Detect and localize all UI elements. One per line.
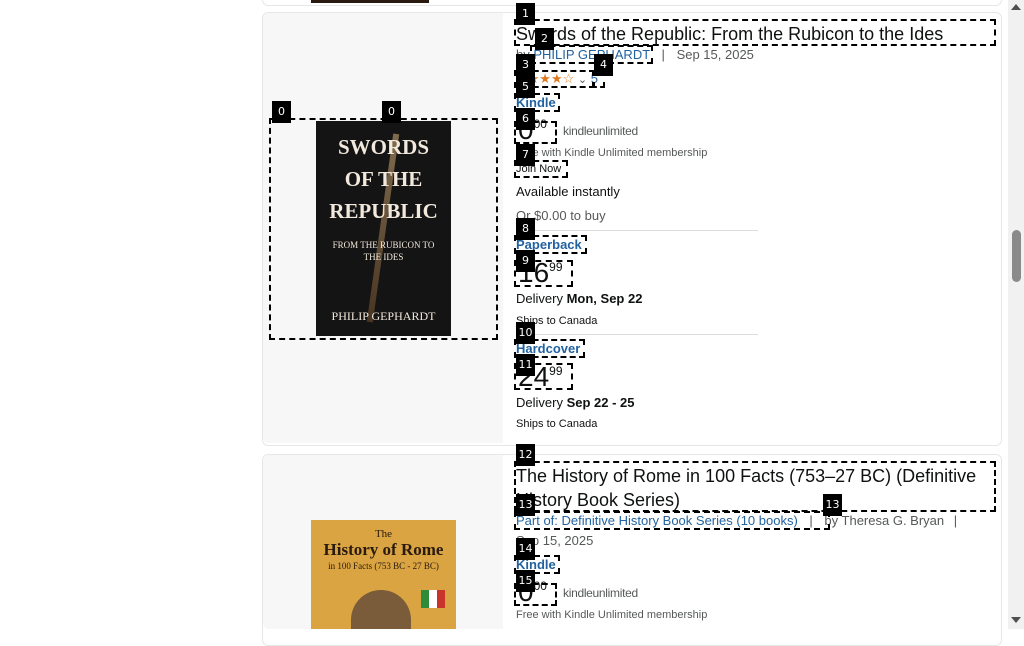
annotation-marker: 3 (516, 54, 535, 76)
publish-date: Sep 15, 2025 (676, 47, 754, 62)
hardcover-delivery: Delivery Sep 22 - 25 (516, 395, 635, 410)
annotation-box (269, 118, 498, 340)
dome-icon (351, 590, 411, 629)
annotation-marker: 15 (516, 570, 535, 592)
annotation-marker: 14 (516, 538, 535, 560)
delivery-label: Delivery (516, 291, 563, 306)
ku-logo-text: kindleunlimited (563, 124, 638, 138)
separator: | (953, 513, 958, 528)
separator: | (661, 47, 665, 62)
annotation-marker: 4 (594, 54, 613, 76)
scroll-down-icon[interactable] (1011, 617, 1021, 623)
scrollbar-track[interactable] (1008, 0, 1024, 629)
format-divider (516, 334, 758, 335)
annotation-marker: 0 (382, 101, 401, 123)
annotation-marker: 13 (823, 494, 842, 516)
book-cover-history-of-rome[interactable]: The History of Rome in 100 Facts (753 BC… (311, 520, 456, 629)
ku-note: Free with Kindle Unlimited membership (516, 609, 708, 621)
scrollbar-thumb[interactable] (1012, 230, 1021, 282)
annotation-marker: 6 (516, 108, 535, 130)
scroll-up-icon[interactable] (1011, 4, 1021, 10)
annotation-box (514, 19, 996, 46)
annotation-marker: 13 (516, 494, 535, 516)
annotation-marker: 2 (535, 28, 554, 50)
kindle-unlimited-logo: kindleunlimited (563, 124, 638, 138)
ku-logo-text: kindleunlimited (563, 586, 638, 600)
annotation-marker: 9 (516, 250, 535, 272)
annotation-marker: 5 (516, 76, 535, 98)
annotation-marker: 12 (516, 444, 535, 466)
cover-title-line: History of Rome (323, 540, 444, 559)
kindle-unlimited-logo: kindleunlimited (563, 586, 638, 600)
ku-note: Free with Kindle Unlimited membership (516, 147, 708, 159)
annotation-marker: 7 (516, 144, 535, 166)
annotation-marker: 11 (516, 354, 535, 376)
annotation-marker: 0 (272, 101, 291, 123)
format-divider (516, 230, 758, 231)
author-text: by Theresa G. Bryan (824, 513, 945, 528)
flag-icon (421, 590, 445, 608)
annotation-marker: 8 (516, 218, 535, 240)
annotation-box (514, 511, 830, 530)
delivery-date: Sep 22 - 25 (566, 395, 635, 410)
cover-title-line: The (374, 528, 393, 540)
previous-cover-remnant (311, 0, 429, 3)
delivery-date: Mon, Sep 22 (566, 291, 643, 306)
delivery-label: Delivery (516, 395, 563, 410)
annotation-marker: 1 (516, 3, 535, 25)
available-instantly: Available instantly (516, 184, 620, 199)
annotation-marker: 10 (516, 322, 535, 344)
ships-to: Ships to Canada (516, 418, 598, 430)
paperback-delivery: Delivery Mon, Sep 22 (516, 291, 642, 306)
annotation-box (514, 461, 996, 512)
cover-title-line: in 100 Facts (753 BC - 27 BC) (328, 561, 439, 571)
